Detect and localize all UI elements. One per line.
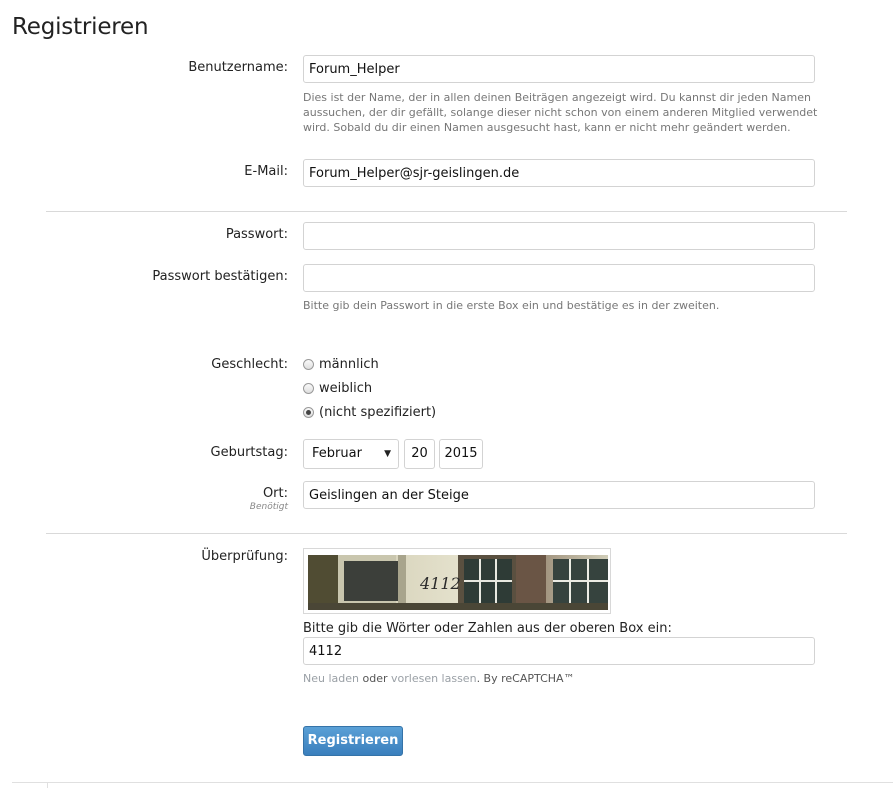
password-hint: Bitte gib dein Passwort in die erste Box… [303, 299, 720, 312]
gender-option-label: (nicht spezifiziert) [319, 405, 437, 420]
radio-female[interactable] [303, 383, 314, 394]
register-button[interactable]: Registrieren [303, 726, 403, 756]
username-label: Benutzername: [188, 60, 288, 75]
gender-label: Geschlecht: [211, 357, 288, 372]
chevron-down-icon: ▼ [384, 449, 391, 459]
required-note: Benötigt [249, 502, 288, 512]
location-label: Ort: [262, 486, 288, 501]
radio-male[interactable] [303, 359, 314, 370]
birthday-year-input[interactable]: 2015 [439, 439, 483, 469]
gender-option-label: weiblich [319, 381, 373, 396]
divider [46, 211, 847, 212]
password-confirm-label: Passwort bestätigen: [152, 269, 288, 284]
captcha-input[interactable]: 4112 [303, 637, 815, 665]
username-hint: Dies ist der Name, der in allen deinen B… [303, 91, 818, 134]
captcha-text: 4112 [419, 574, 461, 593]
gender-option-male[interactable]: männlich [303, 357, 379, 372]
birthday-month-value: Februar [312, 446, 362, 461]
radio-unspecified[interactable] [303, 407, 314, 418]
captcha-image: 4112 [308, 555, 608, 610]
captcha-prompt: Bitte gib die Wörter oder Zahlen aus der… [303, 621, 672, 636]
divider [46, 533, 847, 534]
password-confirm-input[interactable] [303, 264, 815, 292]
footer-tick [47, 782, 48, 788]
page-title: Registrieren [12, 14, 149, 40]
captcha-links: Neu laden oder vorlesen lassen. By reCAP… [303, 672, 575, 685]
recaptcha-credit: . By reCAPTCHA™ [476, 672, 575, 685]
captcha-box: 4112 [303, 548, 611, 614]
birthday-day-input[interactable]: 20 [404, 439, 435, 469]
gender-option-female[interactable]: weiblich [303, 381, 372, 396]
birthday-label: Geburtstag: [210, 445, 288, 460]
password-input[interactable] [303, 222, 815, 250]
birthday-month-select[interactable]: Februar ▼ [303, 439, 399, 469]
audio-captcha-link[interactable]: vorlesen lassen [391, 672, 477, 685]
email-input[interactable]: Forum_Helper@sjr-geislingen.de [303, 159, 815, 187]
location-input[interactable]: Geislingen an der Steige [303, 481, 815, 509]
or-text: oder [362, 672, 388, 685]
footer-divider [12, 782, 893, 783]
gender-option-label: männlich [319, 357, 379, 372]
username-input[interactable]: Forum_Helper [303, 55, 815, 83]
reload-captcha-link[interactable]: Neu laden [303, 672, 359, 685]
gender-option-unspecified[interactable]: (nicht spezifiziert) [303, 405, 436, 420]
verification-label: Überprüfung: [201, 549, 288, 564]
password-label: Passwort: [225, 227, 288, 242]
email-label: E-Mail: [244, 164, 288, 179]
